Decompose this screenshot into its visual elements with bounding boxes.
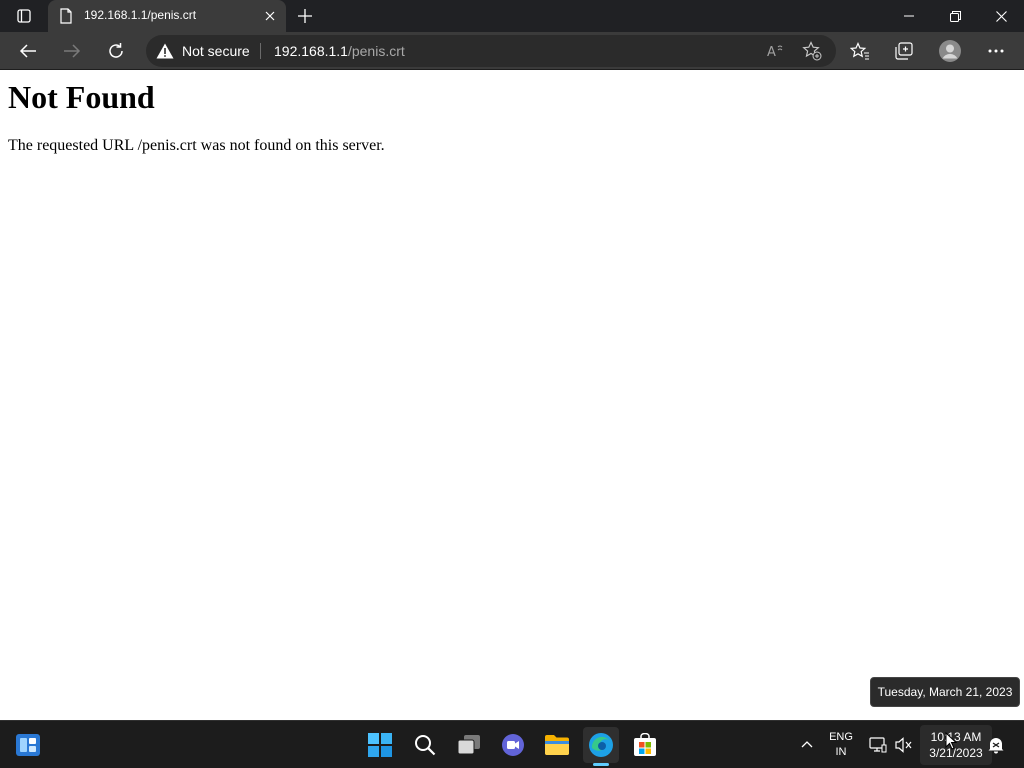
arrow-right-icon[interactable]	[57, 36, 87, 66]
warning-icon[interactable]	[156, 43, 174, 59]
language-code: ENG	[829, 731, 853, 743]
browser-toolbar: Not secure 192.168.1.1/penis.crt A	[0, 32, 1024, 70]
address-divider	[260, 43, 261, 59]
mouse-cursor-icon	[945, 732, 957, 750]
task-view-icon[interactable]	[451, 727, 487, 763]
network-icon[interactable]	[867, 734, 889, 756]
region-code: IN	[835, 746, 847, 758]
minimize-icon[interactable]	[886, 0, 932, 32]
taskbar: ENG IN 10:13 AM 3/21/2023	[0, 720, 1024, 768]
url-host: 192.168.1.1	[274, 43, 348, 59]
svg-text:A: A	[767, 45, 776, 59]
browser-tab[interactable]: 192.168.1.1/penis.crt	[48, 0, 286, 32]
favorites-icon[interactable]	[845, 36, 875, 66]
tab-title: 192.168.1.1/penis.crt	[84, 8, 197, 22]
page-content: Not Found The requested URL /penis.crt w…	[0, 71, 1024, 720]
star-plus-icon[interactable]	[801, 40, 823, 62]
date-tooltip: Tuesday, March 21, 2023	[870, 677, 1020, 707]
plus-icon[interactable]	[294, 5, 316, 27]
close-icon[interactable]	[262, 8, 278, 24]
edge-icon[interactable]	[583, 727, 619, 763]
collections-icon[interactable]	[889, 36, 919, 66]
error-message: The requested URL /penis.crt was not fou…	[8, 137, 385, 154]
profile-icon[interactable]	[935, 36, 965, 66]
read-aloud-icon[interactable]: A	[764, 40, 786, 62]
refresh-icon[interactable]	[101, 36, 131, 66]
volume-muted-icon[interactable]	[893, 734, 915, 756]
teams-chat-icon[interactable]	[495, 727, 531, 763]
ellipsis-icon[interactable]	[981, 36, 1011, 66]
chevron-up-icon[interactable]	[796, 733, 818, 755]
page-icon	[58, 8, 74, 24]
widgets-icon[interactable]	[10, 727, 46, 763]
start-icon[interactable]	[362, 727, 398, 763]
page-heading: Not Found	[8, 79, 155, 115]
address-bar[interactable]: Not secure 192.168.1.1/penis.crt A	[146, 35, 836, 67]
file-explorer-icon[interactable]	[539, 727, 575, 763]
microsoft-store-icon[interactable]	[627, 727, 663, 763]
close-window-icon[interactable]	[978, 0, 1024, 32]
tab-actions-icon[interactable]	[8, 4, 40, 28]
arrow-left-icon[interactable]	[13, 36, 43, 66]
url-text[interactable]: 192.168.1.1/penis.crt	[274, 43, 405, 59]
notifications-icon[interactable]	[985, 734, 1007, 756]
input-language-indicator[interactable]: ENG IN	[826, 730, 856, 760]
restore-icon[interactable]	[932, 0, 978, 32]
url-path: /penis.crt	[347, 43, 405, 59]
browser-titlebar: 192.168.1.1/penis.crt	[0, 0, 1024, 32]
search-icon[interactable]	[407, 727, 443, 763]
active-app-indicator	[593, 763, 609, 766]
security-label[interactable]: Not secure	[182, 43, 250, 59]
